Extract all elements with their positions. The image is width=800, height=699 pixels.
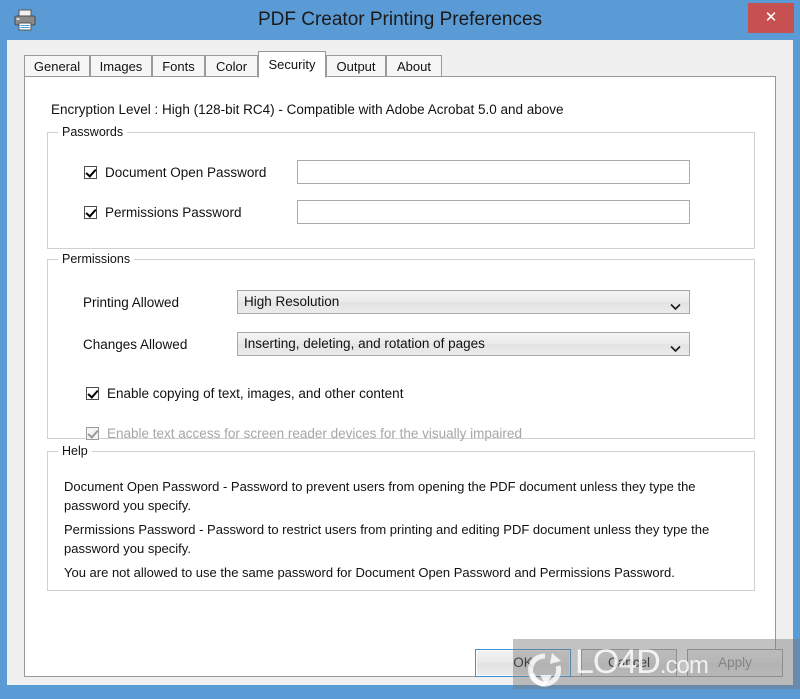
help-group: Help Document Open Password - Password t… xyxy=(47,444,755,591)
preferences-window: PDF Creator Printing Preferences ✕ Gener… xyxy=(0,0,800,699)
document-open-password-label: Document Open Password xyxy=(105,164,267,180)
security-tab-page: Encryption Level : High (128-bit RC4) - … xyxy=(24,76,776,677)
tab-general[interactable]: General xyxy=(24,55,90,77)
enable-screen-reader-label: Enable text access for screen reader dev… xyxy=(107,425,522,441)
permissions-group-legend: Permissions xyxy=(58,252,135,266)
tab-color[interactable]: Color xyxy=(205,55,258,77)
document-open-password-row: Document Open Password xyxy=(84,163,266,181)
permissions-password-label: Permissions Password xyxy=(105,204,242,220)
permissions-group: Permissions Printing Allowed High Resolu… xyxy=(47,252,755,442)
cancel-button[interactable]: Cancel xyxy=(581,649,677,677)
changes-allowed-label: Changes Allowed xyxy=(83,337,188,352)
document-open-password-input[interactable] xyxy=(297,160,690,184)
printing-allowed-value: High Resolution xyxy=(244,294,340,309)
passwords-group: Passwords Document Open Password Permiss… xyxy=(47,125,755,249)
chevron-down-icon xyxy=(670,340,681,353)
permissions-password-input[interactable] xyxy=(297,200,690,224)
enable-copying-checkbox[interactable] xyxy=(86,386,99,400)
enable-copying-row: Enable copying of text, images, and othe… xyxy=(86,384,403,402)
dialog-client-area: General Images Fonts Color Security Outp… xyxy=(7,40,793,685)
tab-strip: General Images Fonts Color Security Outp… xyxy=(24,51,774,78)
enable-copying-label: Enable copying of text, images, and othe… xyxy=(107,385,404,401)
title-bar: PDF Creator Printing Preferences ✕ xyxy=(0,0,800,40)
permissions-password-checkbox[interactable] xyxy=(84,205,97,219)
window-title: PDF Creator Printing Preferences xyxy=(257,9,543,30)
help-group-legend: Help xyxy=(58,444,92,458)
ok-button[interactable]: OK xyxy=(475,649,571,677)
tab-images[interactable]: Images xyxy=(90,55,152,77)
changes-allowed-value: Inserting, deleting, and rotation of pag… xyxy=(244,336,485,351)
tab-security[interactable]: Security xyxy=(258,51,326,78)
close-icon[interactable]: ✕ xyxy=(748,3,794,33)
changes-allowed-select[interactable]: Inserting, deleting, and rotation of pag… xyxy=(237,332,690,356)
printing-allowed-select[interactable]: High Resolution xyxy=(237,290,690,314)
document-open-password-checkbox[interactable] xyxy=(84,165,97,179)
encryption-level-label: Encryption Level : High (128-bit RC4) - … xyxy=(51,102,564,117)
passwords-group-legend: Passwords xyxy=(58,125,128,139)
enable-screen-reader-row: Enable text access for screen reader dev… xyxy=(86,424,522,442)
enable-screen-reader-checkbox xyxy=(86,426,99,440)
help-paragraph-1: Document Open Password - Password to pre… xyxy=(64,479,696,513)
help-paragraph-3: You are not allowed to use the same pass… xyxy=(64,565,675,580)
apply-button: Apply xyxy=(687,649,783,677)
tab-output[interactable]: Output xyxy=(326,55,386,77)
printing-allowed-label: Printing Allowed xyxy=(83,295,180,310)
tab-about[interactable]: About xyxy=(386,55,442,77)
tab-fonts[interactable]: Fonts xyxy=(152,55,205,77)
help-paragraph-2: Permissions Password - Password to restr… xyxy=(64,522,710,556)
chevron-down-icon xyxy=(670,298,681,311)
permissions-password-row: Permissions Password xyxy=(84,203,242,221)
